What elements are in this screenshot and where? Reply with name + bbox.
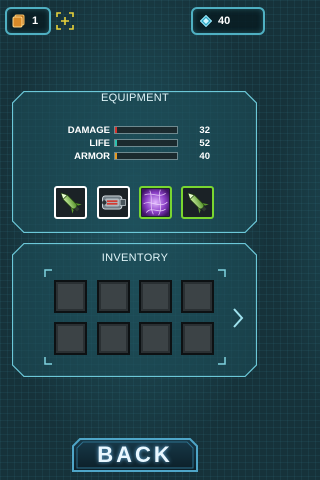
stat-value-armor: 40 — [199, 151, 210, 162]
cards-counter: 1 — [5, 7, 51, 35]
equip-slot-3[interactable] — [139, 186, 172, 219]
inventory-next-button[interactable] — [230, 306, 246, 330]
inventory-slot[interactable] — [181, 280, 214, 313]
inventory-slot[interactable] — [139, 280, 172, 313]
crosshair-icon — [56, 12, 74, 30]
locate-button[interactable] — [54, 7, 76, 35]
stat-fill-damage — [115, 127, 118, 133]
gems-counter: 40 — [191, 7, 265, 35]
stat-value-damage: 32 — [199, 125, 210, 136]
turret-icon — [102, 195, 126, 210]
stat-bar-damage — [114, 126, 178, 134]
stat-label-armor: ARMOR — [74, 151, 110, 162]
stat-fill-armor — [115, 153, 118, 159]
inventory-slot[interactable] — [54, 322, 87, 355]
stat-label-life: LIFE — [89, 138, 110, 149]
equipment-panel — [12, 91, 257, 233]
chevron-right-icon — [233, 308, 244, 328]
stat-bar-armor — [114, 152, 178, 160]
gems-count: 40 — [218, 15, 231, 27]
gem-icon — [200, 15, 212, 27]
stat-fill-life — [115, 140, 118, 146]
stat-value-life: 52 — [199, 138, 210, 149]
equip-slot-2[interactable] — [97, 186, 130, 219]
stat-label-damage: DAMAGE — [67, 125, 110, 136]
back-button-label: BACK — [97, 442, 173, 467]
equipment-title: EQUIPMENT — [100, 92, 170, 104]
equip-slot-4[interactable] — [181, 186, 214, 219]
energy-shield-icon — [141, 188, 170, 217]
stat-bar-life — [114, 139, 178, 147]
card-stack-icon — [12, 14, 25, 28]
inventory-slot[interactable] — [54, 280, 87, 313]
equip-slot-1[interactable] — [54, 186, 87, 219]
back-button[interactable]: BACK — [72, 438, 198, 472]
inventory-slot[interactable] — [139, 322, 172, 355]
inventory-slot[interactable] — [97, 280, 130, 313]
inventory-slot[interactable] — [97, 322, 130, 355]
inventory-title: INVENTORY — [101, 252, 169, 264]
inventory-slot[interactable] — [181, 322, 214, 355]
missile-icon — [60, 192, 82, 214]
cards-count: 1 — [32, 15, 39, 27]
missile-icon — [187, 192, 209, 214]
